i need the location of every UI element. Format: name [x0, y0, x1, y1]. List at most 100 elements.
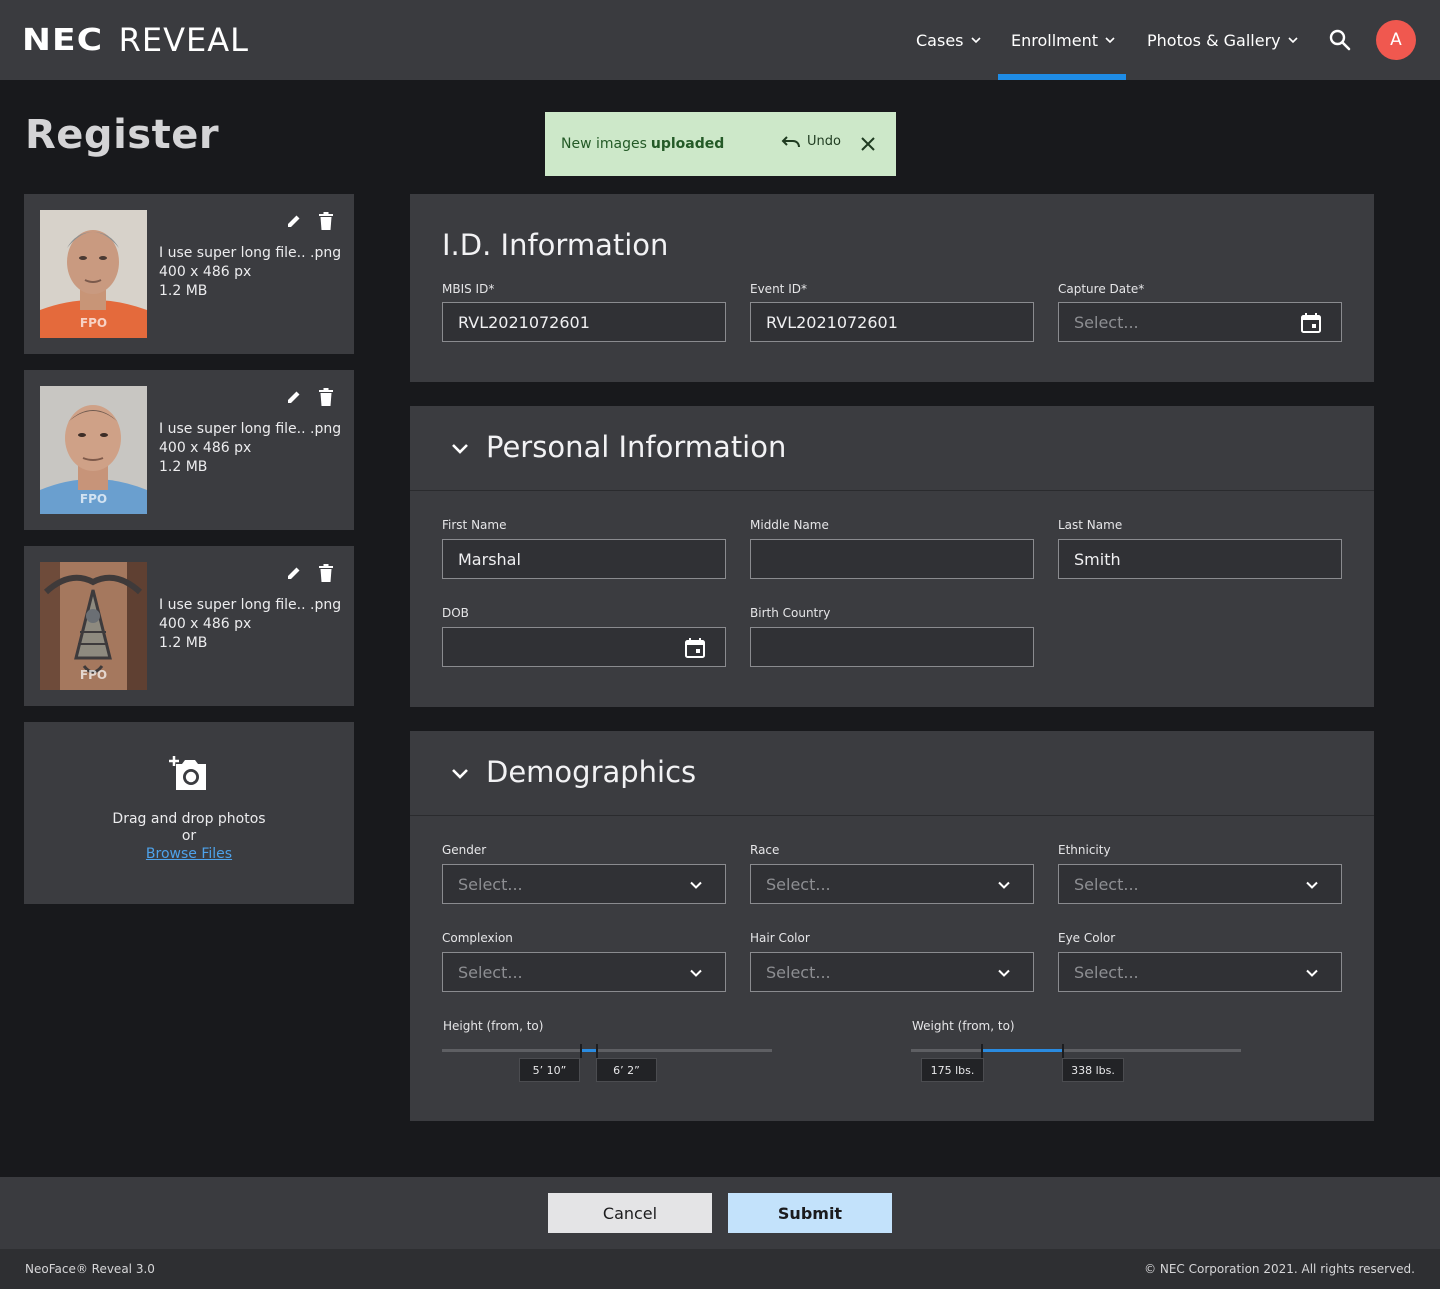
photo-thumbnail[interactable]: FPO	[40, 386, 147, 514]
fpo-watermark: FPO	[79, 668, 108, 682]
event-id-input[interactable]: RVL2021072601	[750, 302, 1034, 342]
add-photo-icon	[169, 756, 206, 790]
height-from-handle[interactable]	[579, 1044, 582, 1058]
top-navigation-bar: NEC REVEAL Cases Enrollment Photos & Gal…	[0, 0, 1440, 80]
chevron-down-icon	[970, 37, 981, 44]
birth-country-label: Birth Country	[750, 606, 831, 620]
undo-button[interactable]: Undo	[781, 134, 841, 149]
chevron-down-icon	[690, 881, 702, 889]
photo-size: 1.2 MB	[159, 283, 208, 299]
height-from-tag: 5’ 10”	[519, 1058, 580, 1082]
photo-card-2: FPO I use super long file.. .png 400 x 4…	[24, 370, 354, 530]
weight-from-handle[interactable]	[980, 1044, 983, 1058]
photo-filename: I use super long file.. .png	[159, 245, 342, 261]
photo-dimensions: 400 x 486 px	[159, 616, 252, 632]
photo-thumbnail[interactable]: FPO	[40, 210, 147, 338]
drop-zone-or: or	[181, 828, 197, 844]
mbis-id-input[interactable]: RVL2021072601	[442, 302, 726, 342]
birth-country-input[interactable]	[750, 627, 1034, 667]
photo-filename: I use super long file.. .png	[159, 597, 342, 613]
logo-secondary: REVEAL	[118, 21, 249, 59]
id-information-panel: I.D. Information MBIS ID* RVL2021072601 …	[410, 194, 1374, 382]
capture-date-label: Capture Date*	[1058, 282, 1145, 296]
gender-select[interactable]: Select...	[442, 864, 726, 904]
hair-color-select[interactable]: Select...	[750, 952, 1034, 992]
capture-date-input[interactable]: Select...	[1058, 302, 1342, 342]
page-title: Register	[25, 112, 220, 158]
nav-cases[interactable]: Cases	[916, 0, 982, 80]
photo-dimensions: 400 x 486 px	[159, 264, 252, 280]
last-name-input[interactable]: Smith	[1058, 539, 1342, 579]
weight-label: Weight (from, to)	[912, 1019, 1015, 1033]
fpo-watermark: FPO	[79, 316, 108, 330]
complexion-value: Select...	[458, 962, 523, 982]
last-name-label: Last Name	[1058, 518, 1123, 532]
cancel-button[interactable]: Cancel	[548, 1193, 712, 1233]
photo-info: I use super long file.. .png 400 x 486 p…	[159, 420, 341, 477]
chevron-down-icon	[998, 969, 1010, 977]
height-slider-range	[580, 1049, 598, 1052]
nav-photos-gallery[interactable]: Photos & Gallery	[1147, 0, 1299, 80]
chevron-down-icon[interactable]	[448, 437, 472, 461]
race-select[interactable]: Select...	[750, 864, 1034, 904]
weight-to-handle[interactable]	[1061, 1044, 1064, 1058]
demographics-panel: Demographics Gender Select... Race Selec…	[410, 731, 1374, 1121]
calendar-icon[interactable]	[684, 637, 706, 659]
undo-label: Undo	[807, 134, 841, 149]
drop-zone-text: Drag and drop photos	[112, 811, 266, 827]
product-version: NeoFace® Reveal 3.0	[25, 1262, 155, 1276]
photo-thumbnail[interactable]: FPO	[40, 562, 147, 690]
browse-files-link[interactable]: Browse Files	[24, 846, 354, 862]
weight-from-tag: 175 lbs.	[921, 1058, 984, 1082]
close-icon[interactable]	[859, 135, 877, 153]
middle-name-input[interactable]	[750, 539, 1034, 579]
personal-information-title: Personal Information	[486, 430, 787, 464]
demographics-title: Demographics	[486, 755, 697, 789]
nec-reveal-logo[interactable]: NEC REVEAL	[22, 20, 249, 60]
search-icon[interactable]	[1326, 26, 1354, 54]
calendar-icon[interactable]	[1300, 312, 1322, 334]
hair-color-value: Select...	[766, 962, 831, 982]
nav-enrollment[interactable]: Enrollment	[1011, 0, 1116, 80]
ethnicity-value: Select...	[1074, 874, 1139, 894]
submit-button[interactable]: Submit	[728, 1193, 892, 1233]
photo-size: 1.2 MB	[159, 459, 208, 475]
height-to-handle[interactable]	[596, 1044, 599, 1058]
height-label: Height (from, to)	[443, 1019, 544, 1033]
eye-color-label: Eye Color	[1058, 931, 1116, 945]
chevron-down-icon[interactable]	[448, 762, 472, 786]
pencil-icon[interactable]	[286, 213, 302, 229]
height-slider-track[interactable]	[442, 1049, 772, 1052]
eye-color-select[interactable]: Select...	[1058, 952, 1342, 992]
trash-icon[interactable]	[318, 212, 334, 230]
gender-label: Gender	[442, 843, 487, 857]
photo-filename: I use super long file.. .png	[159, 421, 342, 437]
toast-message-bold: uploaded	[650, 136, 725, 152]
first-name-input[interactable]: Marshal	[442, 539, 726, 579]
photo-drop-zone[interactable]: Drag and drop photos or Browse Files	[24, 722, 354, 904]
ethnicity-select[interactable]: Select...	[1058, 864, 1342, 904]
photo-dimensions: 400 x 486 px	[159, 440, 252, 456]
race-value: Select...	[766, 874, 831, 894]
active-nav-indicator	[998, 74, 1126, 80]
gender-value: Select...	[458, 874, 523, 894]
complexion-select[interactable]: Select...	[442, 952, 726, 992]
dob-input[interactable]	[442, 627, 726, 667]
trash-icon[interactable]	[318, 388, 334, 406]
chevron-down-icon	[690, 969, 702, 977]
trash-icon[interactable]	[318, 564, 334, 582]
photo-info: I use super long file.. .png 400 x 486 p…	[159, 596, 341, 653]
form-action-bar: Cancel Submit	[0, 1177, 1440, 1249]
event-id-label: Event ID*	[750, 282, 807, 296]
user-avatar[interactable]: A	[1376, 20, 1416, 60]
pencil-icon[interactable]	[286, 565, 302, 581]
height-to-tag: 6’ 2”	[596, 1058, 657, 1082]
page-footer: NeoFace® Reveal 3.0 © NEC Corporation 20…	[0, 1249, 1440, 1289]
photo-size: 1.2 MB	[159, 635, 208, 651]
weight-slider-track[interactable]	[911, 1049, 1241, 1052]
nav-cases-label: Cases	[916, 30, 964, 50]
pencil-icon[interactable]	[286, 389, 302, 405]
chevron-down-icon	[1306, 969, 1318, 977]
first-name-label: First Name	[442, 518, 507, 532]
chevron-down-icon	[1306, 881, 1318, 889]
